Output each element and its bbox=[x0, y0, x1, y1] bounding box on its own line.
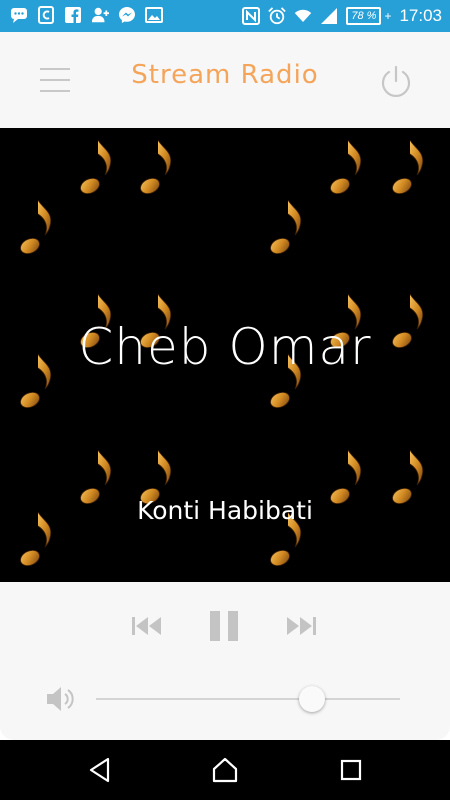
system-status-icons: 78 % + 17:03 bbox=[242, 6, 442, 26]
artist-name: Cheb Omar bbox=[78, 318, 372, 376]
chat-icon bbox=[10, 6, 28, 24]
signal-icon bbox=[320, 7, 338, 25]
album-artwork: Cheb Omar Konti Habibati bbox=[0, 128, 450, 582]
playback-controls bbox=[0, 582, 450, 740]
nfc-icon bbox=[242, 7, 261, 25]
volume-slider[interactable] bbox=[96, 686, 400, 712]
app-header: Stream Radio bbox=[0, 32, 450, 128]
player-card: Stream Radio Cheb Omar Konti Habibati bbox=[0, 32, 450, 740]
battery-percent: 78 % bbox=[346, 7, 382, 25]
add-contact-icon bbox=[91, 6, 109, 24]
power-icon[interactable] bbox=[378, 64, 414, 100]
clock: 17:03 bbox=[399, 6, 442, 25]
c-badge-icon bbox=[37, 6, 55, 24]
notification-icons bbox=[10, 6, 163, 24]
skip-next-icon[interactable] bbox=[284, 612, 318, 640]
recents-icon[interactable] bbox=[337, 756, 365, 784]
back-icon[interactable] bbox=[86, 756, 114, 784]
status-bar: 78 % + 17:03 bbox=[0, 0, 450, 32]
alarm-icon bbox=[268, 7, 287, 25]
home-icon[interactable] bbox=[211, 756, 239, 784]
charging-symbol: + bbox=[384, 9, 392, 23]
volume-slider-thumb[interactable] bbox=[298, 686, 325, 712]
navigation-bar bbox=[0, 740, 450, 800]
image-icon bbox=[145, 6, 163, 24]
wifi-icon bbox=[294, 7, 312, 25]
song-title: Konti Habibati bbox=[137, 496, 313, 525]
messenger-icon bbox=[118, 6, 136, 24]
battery-indicator: 78 % + bbox=[346, 7, 391, 25]
facebook-icon bbox=[64, 6, 82, 24]
pause-icon[interactable] bbox=[207, 608, 241, 644]
skip-previous-icon[interactable] bbox=[130, 612, 164, 640]
volume-icon[interactable] bbox=[44, 684, 78, 714]
